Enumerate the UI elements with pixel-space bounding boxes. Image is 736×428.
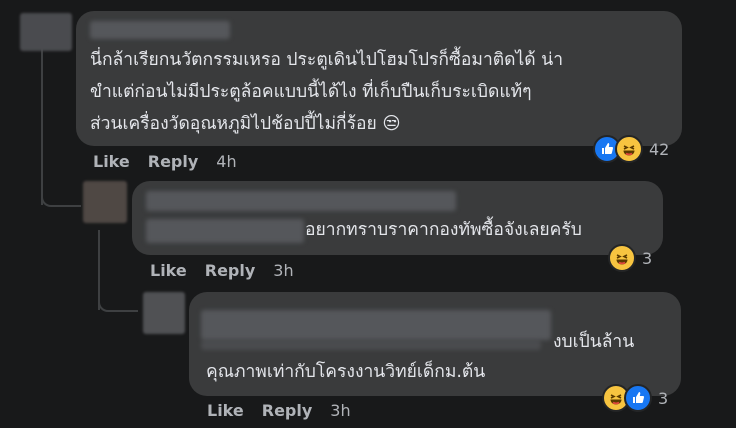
comment-actions: Like Reply 4h — [93, 152, 255, 171]
comment-text-redacted — [201, 340, 541, 350]
comment-text-line: คุณภาพเท่ากับโครงงานวิทย์เด็กม.ต้น — [206, 362, 486, 382]
comment-text-line: ส่วนเครื่องวัดอุณหภูมิไปช้อปปี้ไม่กี่ร้อ… — [90, 114, 401, 134]
commenter-name[interactable] — [90, 21, 230, 39]
reply-button[interactable]: Reply — [148, 152, 199, 171]
haha-icon — [608, 244, 636, 272]
comment-text-line: ขำแต่ก่อนไม่มีประตูล้อคแบบนี้ได้ไง ที่เก… — [90, 82, 532, 102]
thread-line-branch-2 — [98, 292, 138, 312]
comment-text-line: งบเป็นล้าน — [553, 332, 635, 352]
comment-bubble: นี่กล้าเรียกนวัตกรรมเหรอ ประตูเดินไปโฮมโ… — [76, 11, 682, 146]
timestamp[interactable]: 4h — [216, 152, 236, 171]
commenter-name[interactable] — [146, 191, 456, 211]
avatar[interactable] — [20, 13, 72, 51]
like-button[interactable]: Like — [207, 401, 244, 420]
comment-bubble: งบเป็นล้าน คุณภาพเท่ากับโครงงานวิทย์เด็ก… — [189, 292, 681, 396]
comment-actions: Like Reply 3h — [150, 261, 312, 280]
comment-text-redacted — [146, 219, 304, 243]
timestamp[interactable]: 3h — [330, 401, 350, 420]
reply-button[interactable]: Reply — [262, 401, 313, 420]
reaction-count: 42 — [649, 139, 670, 159]
avatar[interactable] — [83, 181, 127, 223]
reaction-summary[interactable]: 3 — [608, 244, 653, 272]
reply-button[interactable]: Reply — [205, 261, 256, 280]
comment-actions: Like Reply 3h — [207, 401, 369, 420]
comment-text-line: อยากทราบราคากองทัพซื้อจังเลยครับ — [305, 220, 582, 240]
reaction-summary[interactable]: 42 — [593, 135, 670, 163]
timestamp[interactable]: 3h — [273, 261, 293, 280]
avatar[interactable] — [143, 292, 185, 334]
reaction-count: 3 — [642, 248, 653, 268]
haha-icon — [615, 135, 643, 163]
like-button[interactable]: Like — [93, 152, 130, 171]
like-icon — [624, 384, 652, 412]
like-button[interactable]: Like — [150, 261, 187, 280]
commenter-name[interactable] — [201, 310, 551, 340]
thread-line-branch-1 — [41, 185, 81, 207]
reaction-summary[interactable]: 3 — [602, 384, 669, 412]
comment-text-line: นี่กล้าเรียกนวัตกรรมเหรอ ประตูเดินไปโฮมโ… — [90, 50, 564, 70]
reaction-count: 3 — [658, 388, 669, 408]
thread-line-main — [41, 40, 43, 205]
comment-bubble: อยากทราบราคากองทัพซื้อจังเลยครับ — [132, 181, 663, 255]
